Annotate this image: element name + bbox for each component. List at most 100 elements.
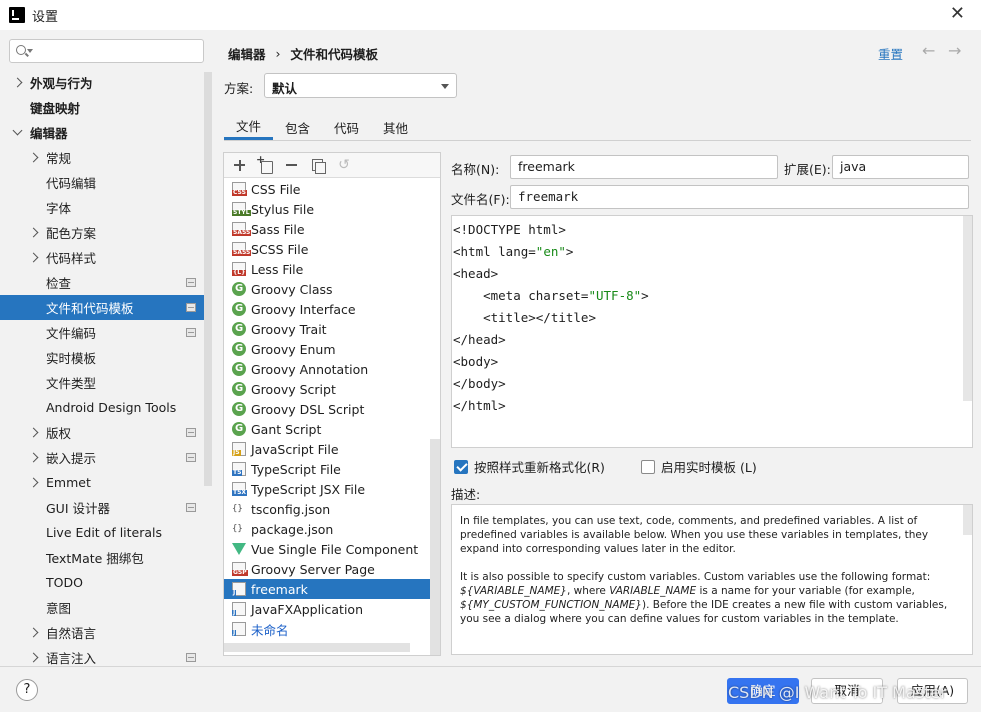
sidebar-item[interactable]: 外观与行为 [0,70,204,95]
extension-field[interactable]: java [832,155,969,179]
search-field[interactable] [9,39,204,63]
template-list-item[interactable]: SASS SCSS File [224,239,430,259]
sidebar-item[interactable]: GUI 设计器 [0,495,204,520]
template-list-item[interactable]: CSS CSS File [224,179,430,199]
sidebar-item[interactable]: 键盘映射 [0,95,204,120]
chevron-right-icon[interactable] [28,477,39,488]
code-line: <html lang="en"> [453,241,972,263]
editor-scrollbar[interactable] [963,216,972,401]
list-scrollbar[interactable] [430,439,440,655]
add-child-icon[interactable] [256,153,276,174]
title-bar: 设置 ✕ [0,0,981,30]
chevron-right-icon[interactable] [28,452,39,463]
template-list-item[interactable]: SASS Sass File [224,219,430,239]
sidebar-item-label: Emmet [46,475,91,490]
sidebar-item-label: 语言注入 [46,651,97,666]
template-list-item[interactable]: Groovy Interface [224,299,430,319]
file-type-badge: J [232,589,237,596]
sidebar-scrollbar[interactable] [204,72,212,486]
list-horizontal-scrollbar[interactable] [224,643,410,652]
tab[interactable]: 文件 [224,114,274,140]
sidebar-item[interactable]: 代码样式 [0,245,204,270]
sidebar-item[interactable]: 自然语言 [0,620,204,645]
search-history-icon[interactable] [27,49,33,53]
description-scrollbar[interactable] [963,505,972,535]
chevron-right-icon[interactable] [28,152,39,163]
reformat-checkbox-row[interactable]: 按照样式重新格式化(R) [454,457,605,476]
search-input[interactable] [34,42,199,60]
template-list-item[interactable]: Groovy Class [224,279,430,299]
sidebar-item[interactable]: Android Design Tools [0,395,204,420]
sidebar-item[interactable]: Live Edit of literals [0,520,204,545]
chevron-right-icon[interactable] [12,77,23,88]
tab[interactable]: 其他 [371,114,420,140]
chevron-down-icon[interactable] [12,125,23,136]
template-list: CSS CSS File STYL Stylus File SASS Sass File S… [224,179,430,639]
description-para-2: It is also possible to specify custom va… [460,570,964,626]
reset-link[interactable]: 重置 [878,44,903,63]
template-list-item[interactable]: {} package.json [224,519,430,539]
template-list-item[interactable]: Groovy Annotation [224,359,430,379]
template-code-editor[interactable]: <!DOCTYPE html> <html lang="en"> <head> <m… [451,215,973,448]
sidebar-item[interactable]: 实时模板 [0,345,204,370]
breadcrumb-parent[interactable]: 编辑器 [228,44,266,63]
sidebar-item[interactable]: 文件类型 [0,370,204,395]
close-icon[interactable]: ✕ [950,5,965,23]
template-list-item[interactable]: TSX TypeScript JSX File [224,479,430,499]
apply-button[interactable]: 应用(A) [897,678,968,704]
sidebar-item[interactable]: 文件和代码模板 [0,295,204,320]
sidebar-item[interactable]: 常规 [0,145,204,170]
back-arrow-icon[interactable]: ← [922,41,935,60]
reformat-checkbox[interactable] [454,459,468,474]
template-list-item[interactable]: Groovy Trait [224,319,430,339]
scheme-dropdown[interactable]: 默认 [264,73,457,98]
template-list-item[interactable]: J JavaFXApplication [224,599,430,619]
tab[interactable]: 包含 [273,114,322,140]
revert-icon[interactable]: ↺ [334,156,354,174]
chevron-right-icon[interactable] [28,227,39,238]
file-type-badge: TSX [232,489,248,496]
chevron-right-icon[interactable] [28,652,39,663]
sidebar-item[interactable]: 编辑器 [0,120,204,145]
help-button[interactable]: ? [16,679,38,701]
cancel-button[interactable]: 取消 [811,678,883,704]
template-name: Groovy Enum [251,341,336,357]
template-list-item[interactable]: Vue Single File Component [224,539,430,559]
template-list-item[interactable]: TS TypeScript File [224,459,430,479]
template-list-item[interactable]: Groovy Enum [224,339,430,359]
sidebar-item[interactable]: 检查 [0,270,204,295]
template-list-item[interactable]: {L} Less File [224,259,430,279]
sidebar-item[interactable]: 代码编辑 [0,170,204,195]
sidebar-item[interactable]: Emmet [0,470,204,495]
template-list-item[interactable]: Jfreemark [224,579,430,599]
name-field[interactable]: freemark [510,155,778,179]
sidebar-item[interactable]: 文件编码 [0,320,204,345]
chevron-right-icon[interactable] [28,252,39,263]
tab[interactable]: 代码 [322,114,371,140]
sidebar-item[interactable]: 嵌入提示 [0,445,204,470]
live-template-checkbox[interactable] [641,459,655,474]
template-list-item[interactable]: GSP Groovy Server Page [224,559,430,579]
template-list-item[interactable]: Groovy DSL Script [224,399,430,419]
add-icon[interactable] [230,156,250,174]
template-list-item[interactable]: Gant Script [224,419,430,439]
ok-button[interactable]: 确定 [727,678,799,704]
template-list-item[interactable]: STYL Stylus File [224,199,430,219]
live-template-checkbox-row[interactable]: 启用实时模板 (L) [641,457,757,476]
chevron-right-icon[interactable] [28,427,39,438]
template-list-item[interactable]: JS JavaScript File [224,439,430,459]
chevron-right-icon[interactable] [28,627,39,638]
template-list-item[interactable]: Groovy Script [224,379,430,399]
sidebar-item[interactable]: TODO [0,570,204,595]
sidebar-item[interactable]: 版权 [0,420,204,445]
copy-icon[interactable] [308,156,328,174]
sidebar-item[interactable]: TextMate 捆绑包 [0,545,204,570]
template-list-item[interactable]: J 未命名 [224,619,430,639]
forward-arrow-icon[interactable]: → [948,41,961,60]
sidebar-item[interactable]: 意图 [0,595,204,620]
template-list-item[interactable]: {} tsconfig.json [224,499,430,519]
sidebar-item[interactable]: 字体 [0,195,204,220]
remove-icon[interactable] [282,156,302,174]
filename-field[interactable]: freemark [510,185,969,209]
sidebar-item[interactable]: 配色方案 [0,220,204,245]
